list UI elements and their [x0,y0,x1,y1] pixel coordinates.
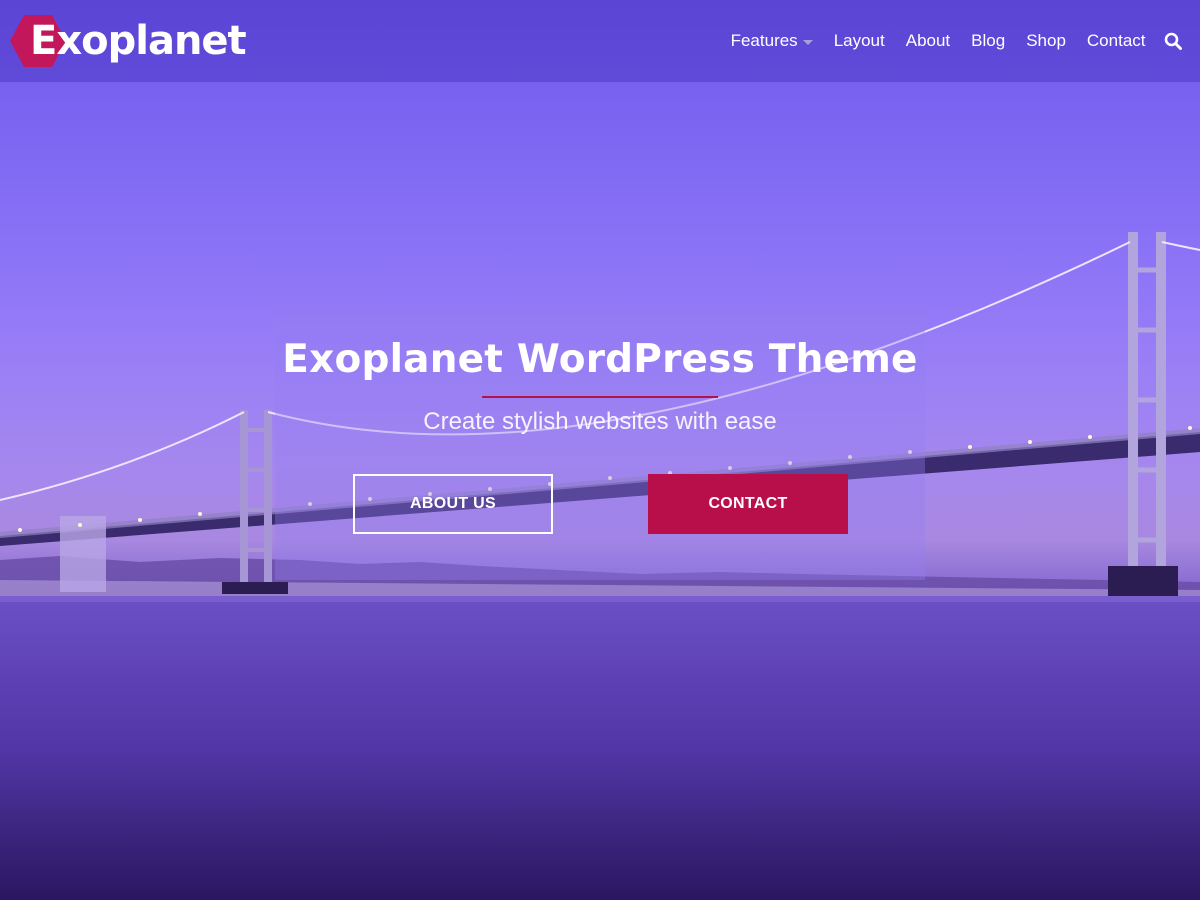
nav-item-label: Layout [833,31,885,50]
nav-item-label: About [905,31,951,50]
hero-title: Exoplanet WordPress Theme [282,337,918,382]
nav-item-shop[interactable]: Shop [1016,31,1077,51]
search-icon [1164,32,1182,50]
main-navigation: Features Layout About Blog Shop Contact [720,31,1182,51]
about-us-button-label: ABOUT US [410,495,496,512]
nav-item-about[interactable]: About [895,31,960,51]
site-logo[interactable]: Exoplanet [10,13,247,69]
nav-item-label: Blog [971,31,1006,50]
contact-button[interactable]: CONTACT [648,474,848,534]
nav-item-label: Contact [1086,31,1146,50]
nav-item-label: Features [730,31,798,50]
nav-item-blog[interactable]: Blog [961,31,1016,51]
site-header: Exoplanet Features Layout About Blog Sho… [0,0,1200,82]
contact-button-label: CONTACT [708,495,788,512]
logo-text: Exoplanet [30,18,247,64]
title-underline-divider [482,396,718,398]
nav-item-layout[interactable]: Layout [823,31,895,51]
nav-item-features[interactable]: Features [720,31,823,51]
hero-subtitle: Create stylish websites with ease [423,408,777,435]
nav-item-contact[interactable]: Contact [1076,31,1156,51]
nav-item-label: Shop [1026,31,1066,50]
about-us-button[interactable]: ABOUT US [353,474,553,534]
hero-content-box: Exoplanet WordPress Theme Create stylish… [275,305,925,580]
chevron-down-icon [802,39,813,45]
search-button[interactable] [1156,32,1182,50]
